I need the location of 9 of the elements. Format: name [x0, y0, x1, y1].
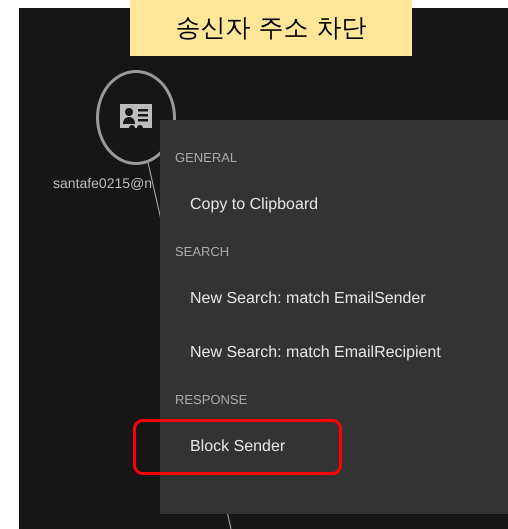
section-heading: GENERAL — [174, 149, 238, 168]
caption-banner: 송신자 주소 차단 — [130, 0, 412, 56]
section-heading: SEARCH — [174, 243, 230, 262]
section-heading: RESPONSE — [174, 391, 248, 410]
menu-item[interactable]: New Search: match EmailRecipient — [160, 334, 461, 372]
menu-item[interactable]: New Search: match EmailSender — [160, 280, 446, 318]
menu-item[interactable]: Block Sender — [133, 419, 342, 475]
menu-item[interactable]: Copy to Clipboard — [160, 186, 338, 224]
node-label: santafe0215@n — [53, 174, 152, 193]
